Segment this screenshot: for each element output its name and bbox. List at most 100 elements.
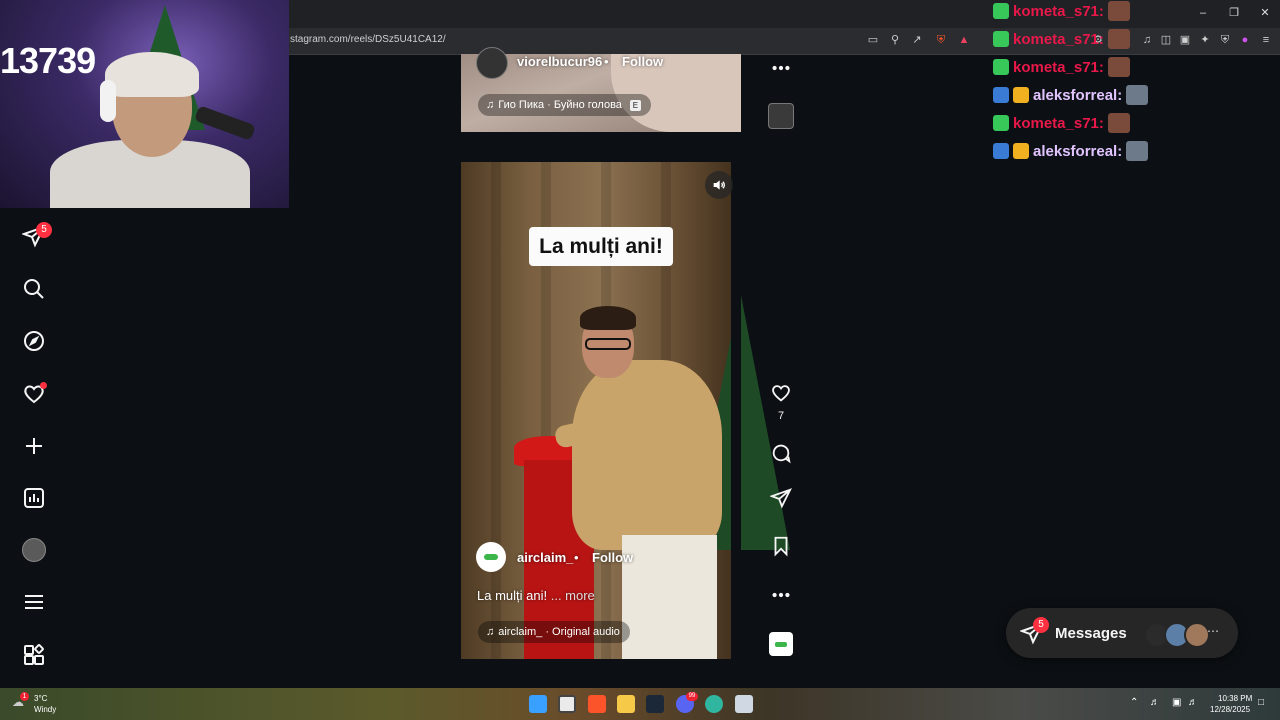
messages-badge: 5	[1033, 617, 1049, 633]
messages-label: Messages	[1055, 625, 1127, 642]
brave-shield-icon[interactable]: ⛨	[933, 32, 949, 48]
reel-follow-button[interactable]: Follow	[592, 550, 633, 565]
search-icon[interactable]	[20, 275, 48, 303]
caption-more-link[interactable]: ... more	[551, 588, 595, 603]
zoom-icon[interactable]: ⚲	[887, 32, 903, 48]
share-icon[interactable]	[768, 485, 794, 511]
notification-badge: 5	[36, 222, 52, 238]
like-icon[interactable]	[768, 380, 794, 406]
reel-audio-text: airclaim_ · Original audio	[498, 626, 620, 638]
reel-top-audio[interactable]: ♫ Гио Пика · Буйно голова E	[478, 94, 651, 116]
chat-message: aleksforreal:	[993, 140, 1149, 162]
steam-icon[interactable]	[646, 695, 664, 713]
chat-message: kometa_s71:	[993, 0, 1130, 22]
chat-username: kometa_s71:	[1013, 30, 1104, 48]
stream-counter: 13739	[0, 40, 96, 81]
reel-top-audio-thumb[interactable]	[768, 103, 794, 129]
leo-icon[interactable]: ✦	[1197, 32, 1213, 48]
emote-icon	[1126, 85, 1149, 105]
reel-author-avatar[interactable]	[476, 542, 506, 572]
clock-date[interactable]: 12/28/2025	[1210, 705, 1250, 714]
streamer-hat	[105, 52, 199, 97]
chat-username: kometa_s71:	[1013, 2, 1104, 20]
chevron-up-icon[interactable]: ⌃	[1130, 697, 1138, 708]
sound-toggle-button[interactable]	[705, 171, 733, 199]
explicit-badge: E	[629, 99, 641, 111]
volume-icon[interactable]: ♬	[1188, 697, 1198, 708]
webcam-overlay: 13739	[0, 0, 289, 208]
emote-icon	[1126, 141, 1149, 161]
weather-temp[interactable]: 3°C	[34, 694, 47, 703]
emote-icon	[1107, 57, 1130, 77]
reel-caption-text: La mulți ani!	[477, 588, 548, 603]
windows-start-icon[interactable]	[529, 695, 547, 713]
profile-extension-icon[interactable]: ●	[1237, 32, 1253, 48]
gift-badge-icon	[993, 59, 1009, 75]
restore-button[interactable]: ❐	[1225, 5, 1243, 21]
explore-icon[interactable]	[20, 327, 48, 355]
profile-avatar[interactable]	[20, 536, 48, 564]
music-note-icon: ♫	[486, 626, 495, 638]
reel-caption: La mulți ani! ... more	[477, 588, 595, 603]
man-glasses	[585, 338, 631, 350]
gift-badge-icon	[993, 31, 1009, 47]
chat-message: kometa_s71:	[993, 112, 1130, 134]
speaker-icon[interactable]: ♬	[1150, 697, 1160, 708]
clock-time[interactable]: 10:38 PM	[1218, 694, 1252, 703]
wallet-icon[interactable]: ▣	[1177, 32, 1193, 48]
sidebar-toggle-icon[interactable]: ◫	[1158, 32, 1174, 48]
speaker-icon	[713, 180, 725, 190]
reel-audio-thumb[interactable]	[768, 631, 794, 657]
create-icon[interactable]	[20, 432, 48, 460]
brave-rewards-icon[interactable]: ▲	[956, 32, 972, 48]
chat-username: aleksforreal:	[1033, 142, 1123, 160]
reel-top-follow-button[interactable]: Follow	[622, 54, 663, 69]
cast-icon[interactable]: ▭	[865, 32, 881, 48]
reel-top-username[interactable]: viorelbucur96	[517, 54, 602, 69]
menu-icon[interactable]	[20, 588, 48, 616]
discord-badge: 99	[686, 692, 698, 701]
emote-icon	[1107, 113, 1130, 133]
vpn-icon[interactable]: ⛨	[1217, 32, 1233, 48]
save-icon[interactable]	[768, 533, 794, 559]
close-window-button[interactable]: ✕	[1256, 5, 1274, 21]
chat-message: kometa_s71:	[993, 28, 1130, 50]
comment-icon[interactable]	[768, 440, 794, 466]
man-jacket	[572, 360, 722, 550]
task-view-icon[interactable]	[558, 695, 576, 713]
microphone	[194, 105, 256, 141]
weather-desc[interactable]: Windy	[34, 705, 56, 714]
notification-center-icon[interactable]: □	[1258, 697, 1264, 708]
airclaim-logo	[484, 554, 498, 560]
windows-taskbar	[0, 688, 1280, 720]
share-icon[interactable]: ↗	[909, 32, 925, 48]
separator-dot: •	[574, 550, 579, 565]
minimize-button[interactable]: –	[1194, 5, 1212, 21]
activity-dot	[40, 382, 47, 389]
reel-audio[interactable]: ♫ airclaim_ · Original audio	[478, 621, 630, 643]
more-options-icon[interactable]	[768, 55, 794, 81]
apps-icon[interactable]	[20, 641, 48, 669]
calculator-icon[interactable]	[735, 695, 753, 713]
audio-thumbnail	[769, 632, 793, 656]
crown-badge-icon	[993, 143, 1009, 159]
file-explorer-icon[interactable]	[617, 695, 635, 713]
url-text[interactable]: stagram.com/reels/DSz5U41CA12/	[290, 34, 446, 45]
reel-top-avatar[interactable]	[476, 47, 508, 79]
brave-browser-icon[interactable]	[588, 695, 606, 713]
chat-message: aleksforreal:	[993, 84, 1149, 106]
reel-author-username[interactable]: airclaim_	[517, 550, 573, 565]
globe-app-icon[interactable]	[705, 695, 723, 713]
music-note-icon: ♫	[486, 99, 495, 111]
chat-username: aleksforreal:	[1033, 86, 1123, 104]
man-pants	[622, 535, 717, 659]
network-icon[interactable]: ▣	[1172, 697, 1181, 708]
dashboard-icon[interactable]	[20, 484, 48, 512]
man-hair	[580, 306, 636, 330]
gift-badge-icon	[993, 3, 1009, 19]
music-icon[interactable]: ♫	[1139, 32, 1155, 48]
reel-caption-overlay: La mulți ani!	[529, 227, 673, 266]
more-options-icon[interactable]	[768, 582, 794, 608]
sub-badge-icon	[1013, 87, 1029, 103]
browser-menu-icon[interactable]: ≡	[1258, 32, 1274, 48]
